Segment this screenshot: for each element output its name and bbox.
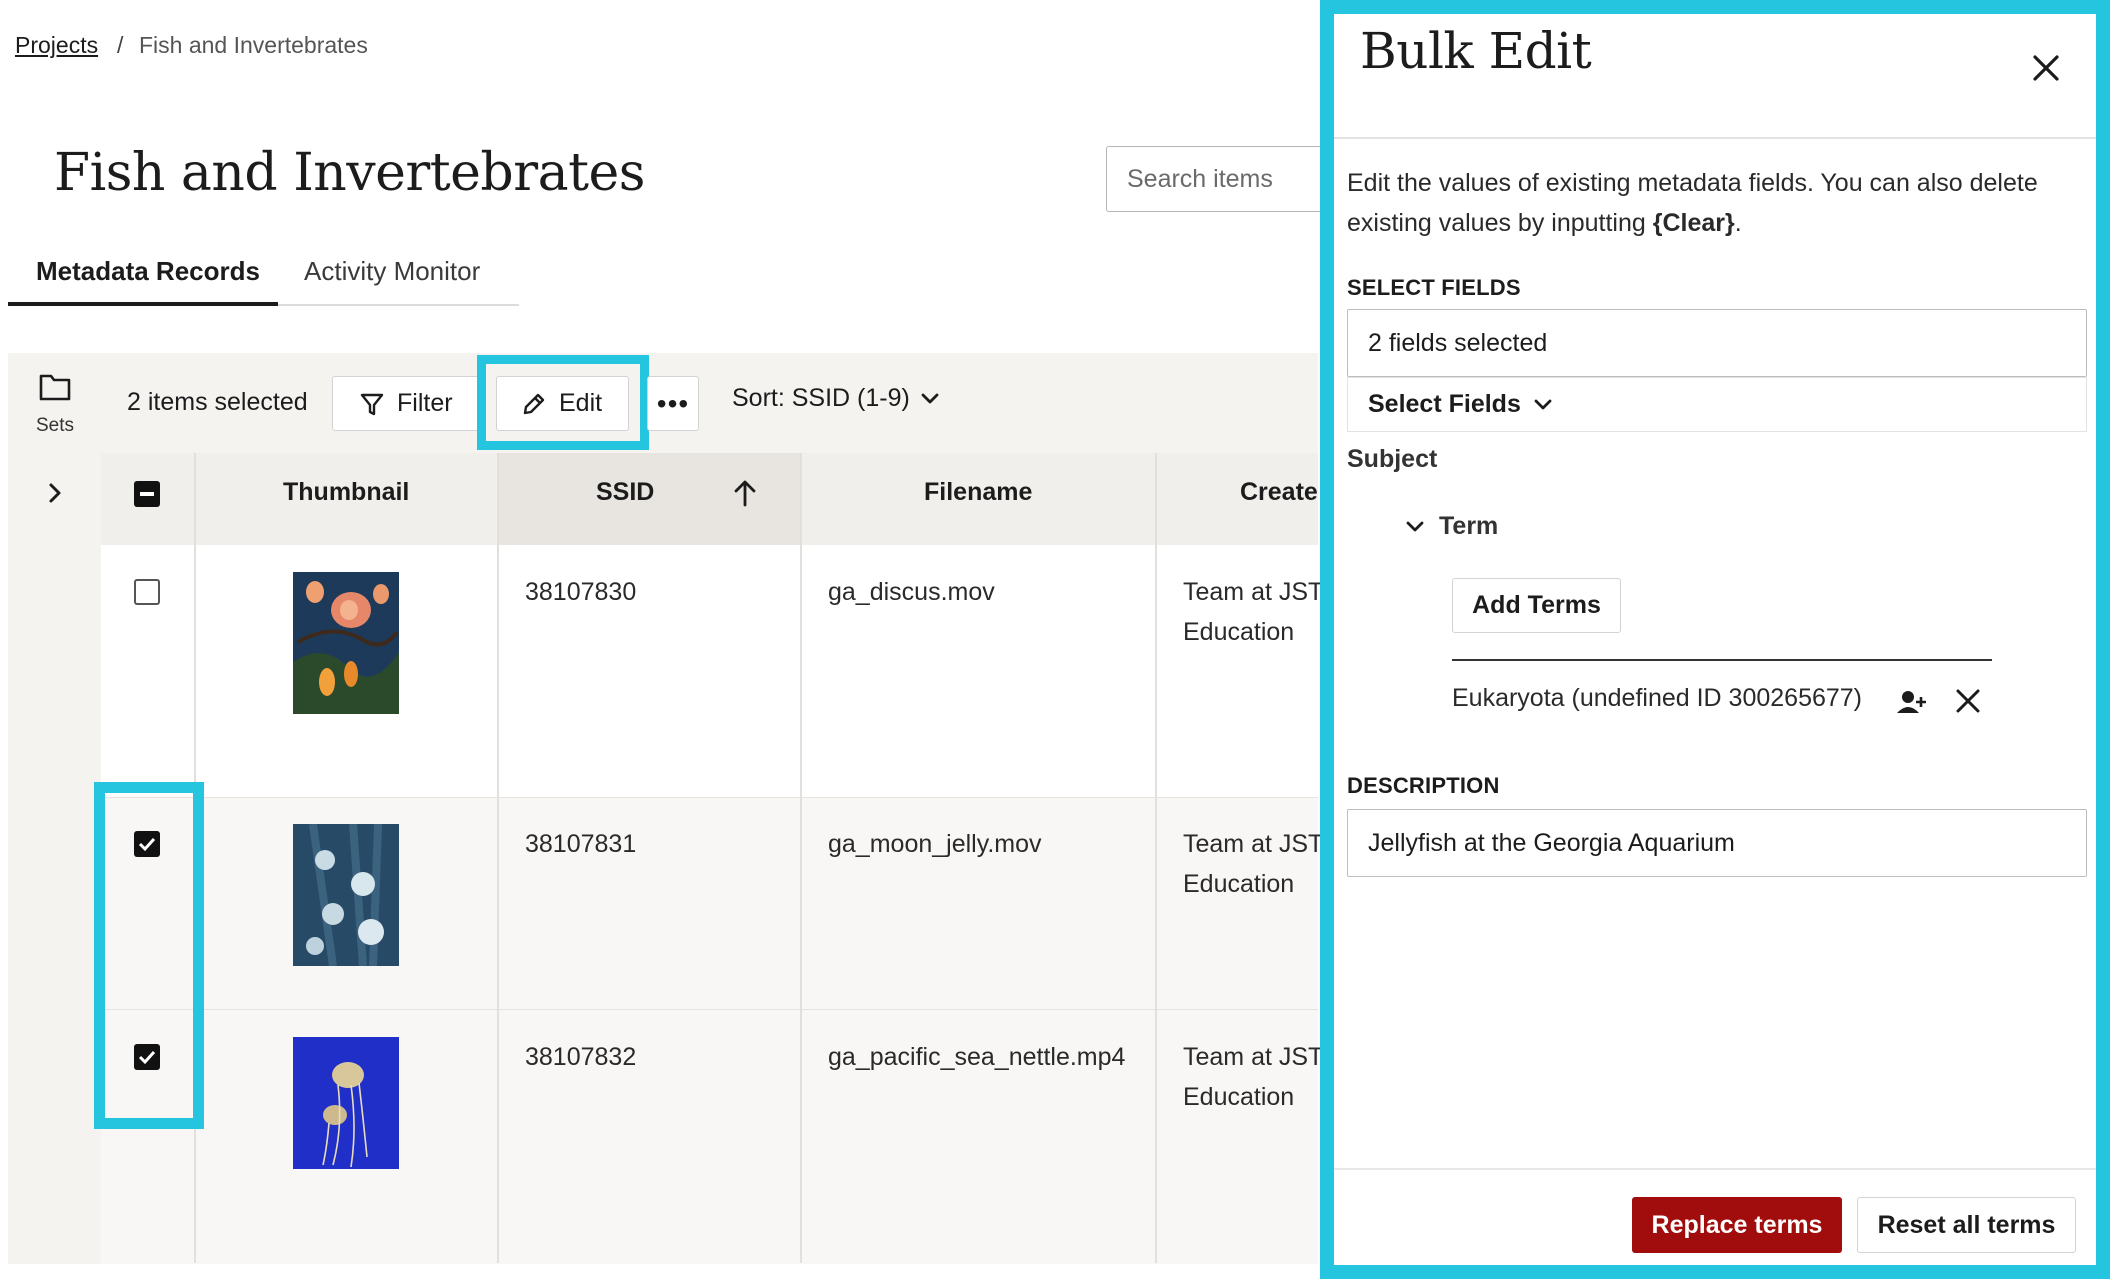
filter-label: Filter xyxy=(397,389,453,417)
created-cell-line2: Education xyxy=(1183,870,1295,898)
term-divider xyxy=(1452,659,1992,661)
replace-terms-label: Replace terms xyxy=(1651,1210,1823,1239)
fields-selected-value: 2 fields selected xyxy=(1368,328,1548,357)
sort-label: Sort: SSID (1-9) xyxy=(732,384,910,412)
reset-all-terms-label: Reset all terms xyxy=(1877,1210,2056,1239)
created-cell: Team at JST xyxy=(1183,830,1324,858)
sets-label: Sets xyxy=(36,415,75,436)
column-header-created[interactable]: Create xyxy=(1240,478,1318,507)
active-tab-indicator xyxy=(8,302,278,306)
page-title: Fish and Invertebrates xyxy=(54,143,645,203)
term-value: Eukaryota (undefined ID 300265677) xyxy=(1452,684,1863,712)
selected-count: 2 items selected xyxy=(127,388,308,416)
panel-description-end: . xyxy=(1734,209,1742,237)
thumbnail-sea-nettle[interactable] xyxy=(293,1037,399,1169)
tab-metadata-records[interactable]: Metadata Records xyxy=(36,256,260,287)
filename-cell: ga_pacific_sea_nettle.mp4 xyxy=(828,1043,1126,1071)
description-label: DESCRIPTION xyxy=(1347,773,1500,798)
created-cell: Team at JST xyxy=(1183,578,1324,606)
chevron-down-icon xyxy=(1406,521,1424,531)
more-icon: ••• xyxy=(656,387,690,419)
panel-header-divider xyxy=(1334,137,2096,139)
fields-selected-input[interactable]: 2 fields selected xyxy=(1347,309,2087,377)
thumbnail-discus[interactable] xyxy=(293,572,399,714)
filter-button[interactable]: Filter xyxy=(332,376,479,431)
more-options-button[interactable]: ••• xyxy=(647,376,699,431)
arrow-up-icon[interactable] xyxy=(732,478,758,508)
close-icon[interactable] xyxy=(1954,687,1982,715)
table-row[interactable] xyxy=(101,545,1318,797)
select-fields-label: SELECT FIELDS xyxy=(1347,275,1521,300)
row-checkbox[interactable] xyxy=(134,579,160,605)
close-icon[interactable] xyxy=(2030,52,2062,84)
breadcrumb-projects-link[interactable]: Projects xyxy=(15,32,98,59)
created-cell-line2: Education xyxy=(1183,618,1295,646)
panel-title: Bulk Edit xyxy=(1360,22,1592,80)
thumbnail-moon-jelly[interactable] xyxy=(293,824,399,966)
replace-terms-button[interactable]: Replace terms xyxy=(1632,1197,1842,1253)
edit-highlight xyxy=(477,355,649,450)
tab-activity-monitor[interactable]: Activity Monitor xyxy=(304,256,480,287)
ssid-cell: 38107832 xyxy=(525,1043,637,1071)
column-header-thumbnail: Thumbnail xyxy=(283,478,410,506)
select-fields-dropdown[interactable]: Select Fields xyxy=(1347,377,2087,432)
table-row[interactable] xyxy=(101,797,1318,1010)
filter-icon xyxy=(360,393,384,415)
select-fields-button-label: Select Fields xyxy=(1368,390,1521,418)
column-divider xyxy=(800,453,802,1263)
table-row[interactable] xyxy=(101,1009,1318,1264)
breadcrumb-current: Fish and Invertebrates xyxy=(139,32,368,58)
column-divider xyxy=(497,453,499,1263)
subject-label: Subject xyxy=(1347,445,1438,473)
breadcrumb-separator: / xyxy=(117,32,124,58)
ssid-cell: 38107830 xyxy=(525,578,637,606)
sort-dropdown[interactable]: Sort: SSID (1-9) xyxy=(732,384,940,413)
add-person-icon[interactable] xyxy=(1896,689,1928,715)
description-value: Jellyfish at the Georgia Aquarium xyxy=(1368,828,1735,857)
term-toggle[interactable]: Term xyxy=(1405,512,1498,541)
filename-cell: ga_discus.mov xyxy=(828,578,995,606)
filename-cell: ga_moon_jelly.mov xyxy=(828,830,1042,858)
clear-token: {Clear} xyxy=(1652,209,1735,237)
select-all-checkbox[interactable] xyxy=(134,481,160,507)
panel-description: Edit the values of existing metadata fie… xyxy=(1347,163,2087,243)
add-terms-button[interactable]: Add Terms xyxy=(1452,578,1621,633)
selected-rows-highlight xyxy=(94,782,204,1129)
description-input[interactable]: Jellyfish at the Georgia Aquarium xyxy=(1347,809,2087,877)
chevron-down-icon xyxy=(921,393,939,403)
column-header-ssid[interactable]: SSID xyxy=(596,478,654,507)
ssid-cell: 38107831 xyxy=(525,830,637,858)
column-header-filename[interactable]: Filename xyxy=(924,478,1032,507)
search-placeholder: Search items xyxy=(1127,164,1273,193)
panel-footer-divider xyxy=(1334,1168,2096,1170)
add-terms-label: Add Terms xyxy=(1472,591,1601,619)
created-cell-line2: Education xyxy=(1183,1083,1295,1111)
term-label: Term xyxy=(1439,512,1499,540)
folder-icon[interactable] xyxy=(38,372,72,402)
column-divider xyxy=(1155,453,1157,1263)
chevron-right-icon[interactable] xyxy=(46,482,64,504)
created-cell: Team at JST xyxy=(1183,1043,1324,1071)
reset-all-terms-button[interactable]: Reset all terms xyxy=(1857,1197,2076,1253)
chevron-down-icon xyxy=(1534,399,1552,409)
